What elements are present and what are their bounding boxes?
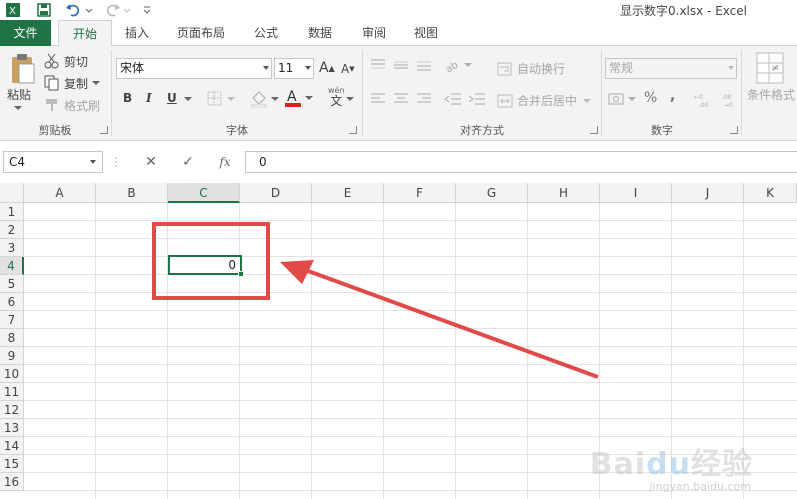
baidu-jingyan-watermark-url: jingyan.baidu.com [649,480,751,493]
annotation-arrow-line [299,266,599,379]
baidu-jingyan-watermark: Baidu经验 [589,447,753,482]
annotation-arrow [280,260,599,379]
